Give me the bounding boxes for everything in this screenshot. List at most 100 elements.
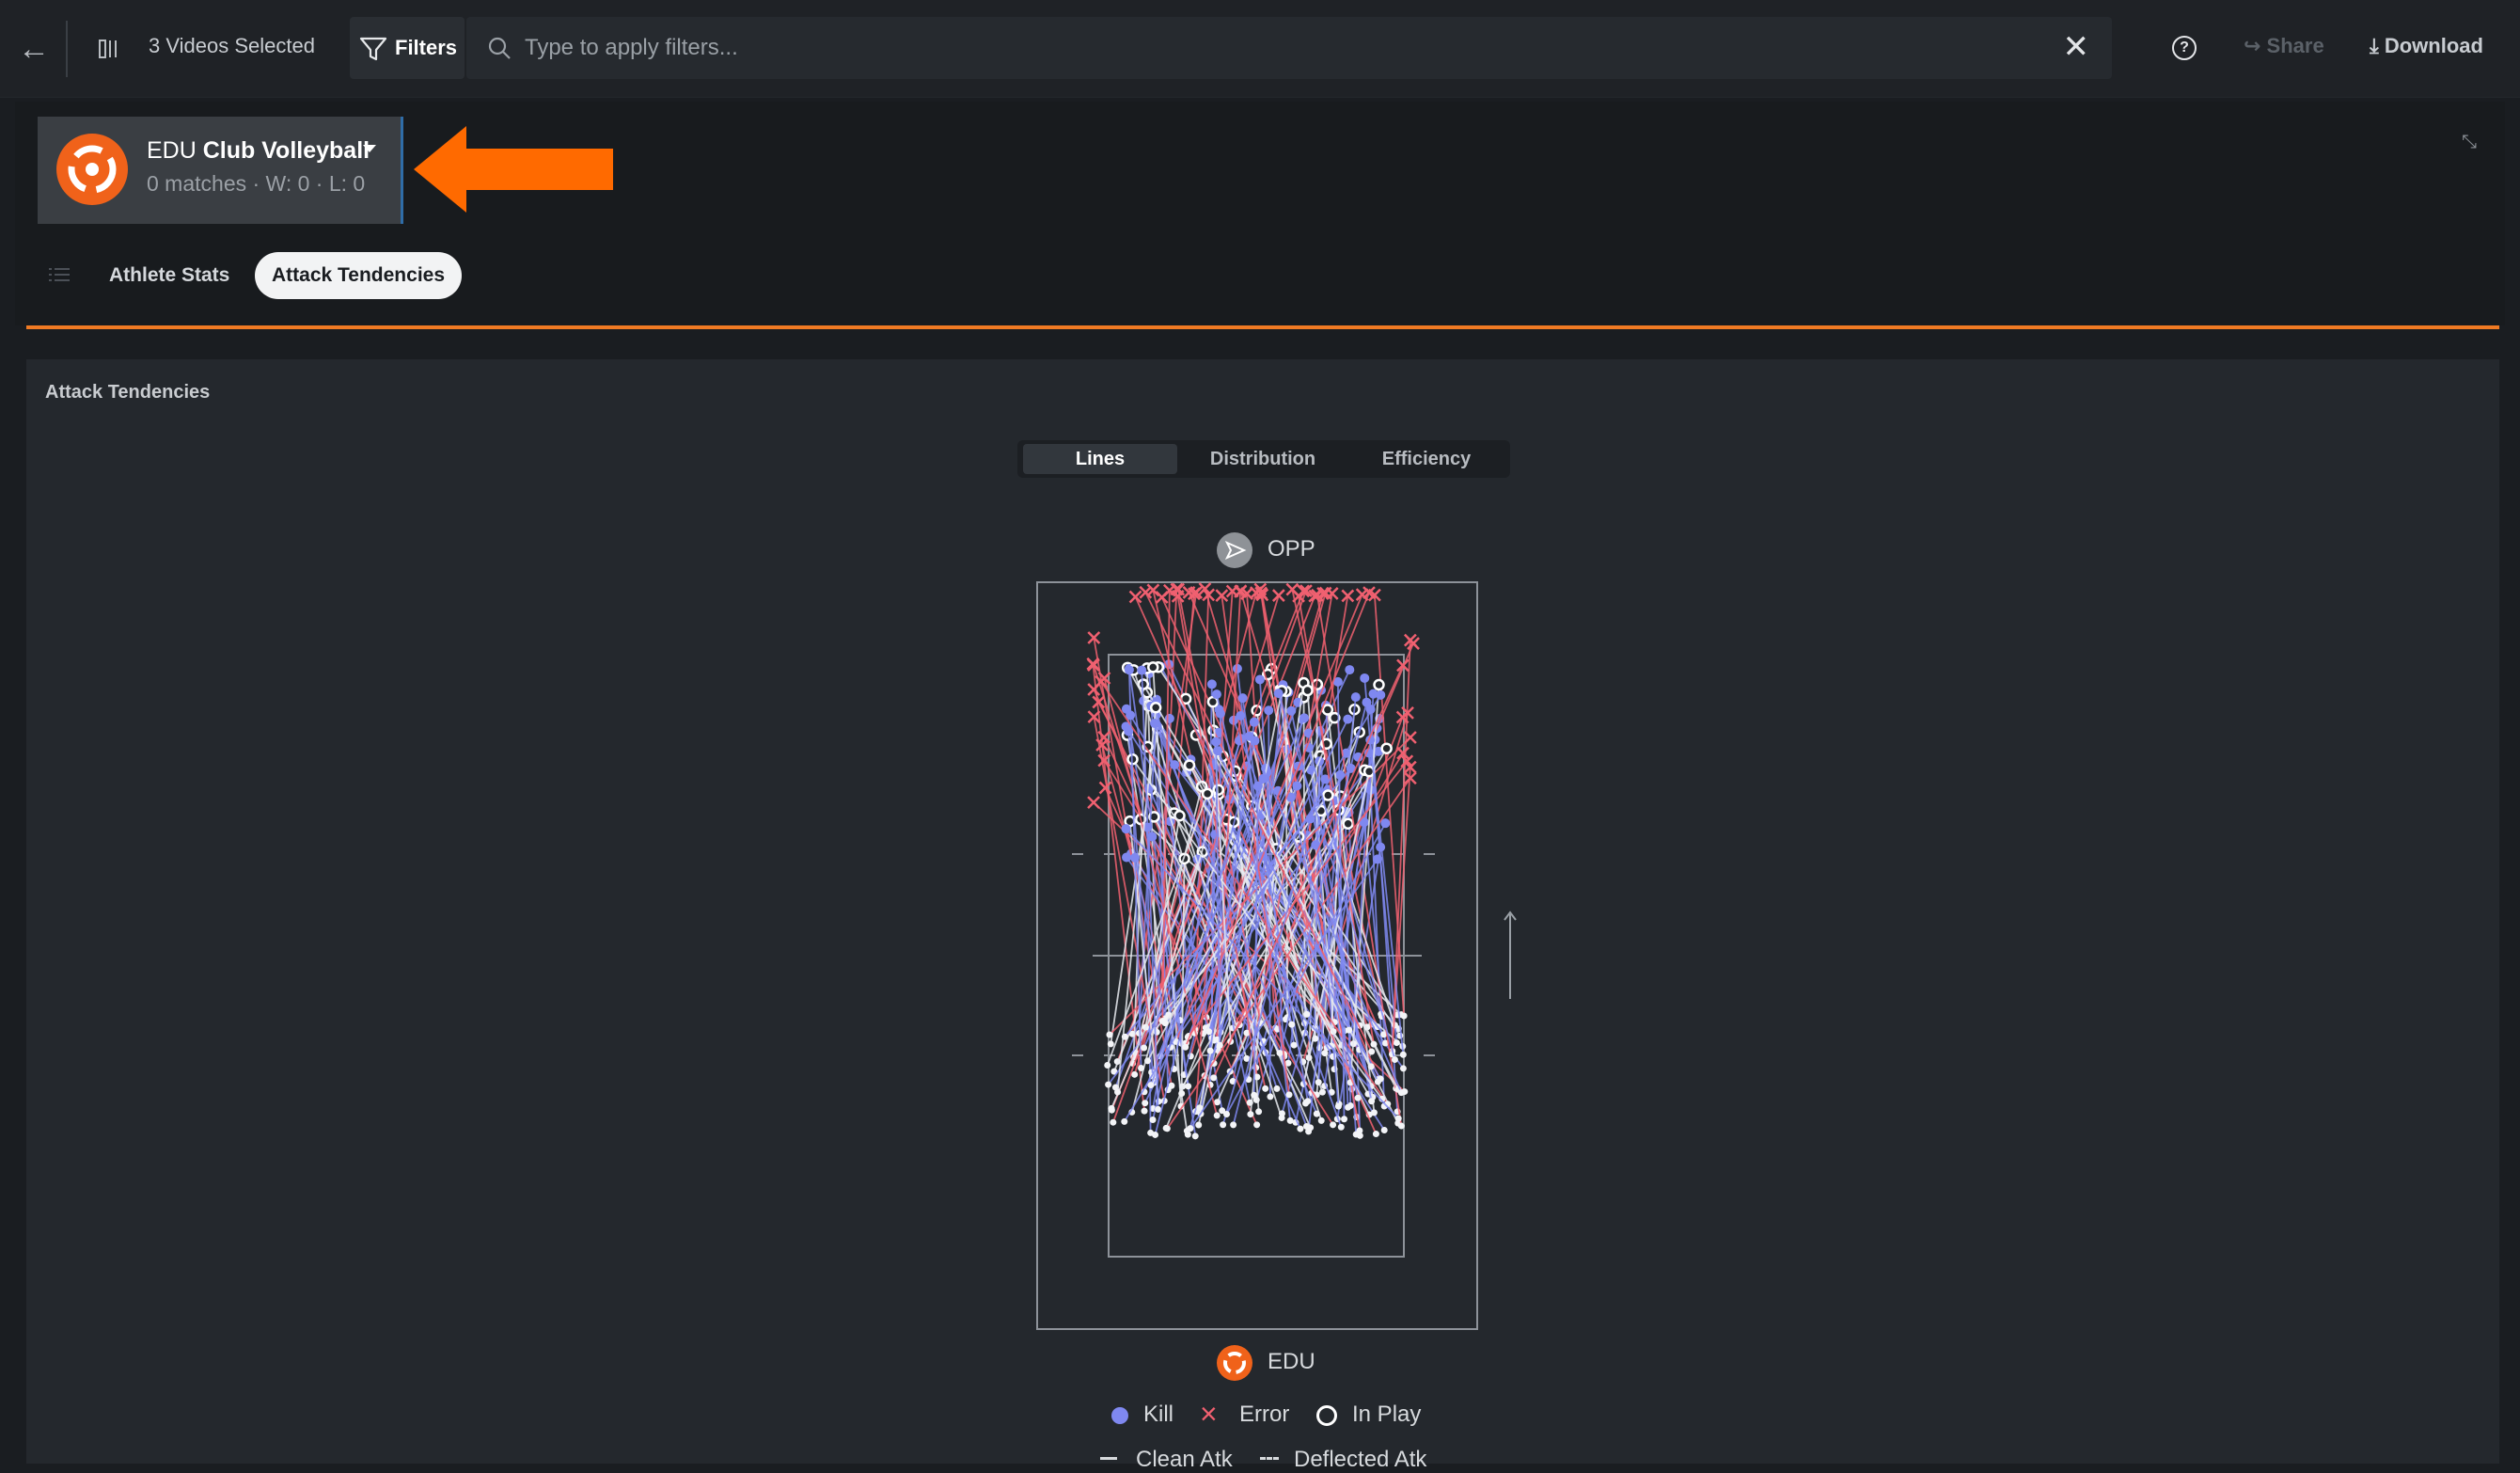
- share-label: Share: [2267, 34, 2324, 57]
- attack-origin-dot: [1297, 1126, 1303, 1132]
- attack-origin-dot: [1105, 1082, 1111, 1088]
- kill-marker: [1351, 692, 1361, 702]
- attack-origin-dot: [1303, 1011, 1310, 1018]
- section-title: Attack Tendencies: [45, 382, 210, 404]
- attack-origin-dot: [1356, 1128, 1362, 1134]
- team-prefix: EDU: [147, 137, 197, 164]
- attack-origin-dot: [1400, 1065, 1407, 1071]
- kill-marker: [1286, 706, 1296, 716]
- kill-marker: [1305, 814, 1315, 823]
- kill-marker: [1236, 711, 1245, 721]
- in-play-marker: [1382, 744, 1392, 753]
- kill-marker: [1150, 719, 1159, 728]
- kill-marker: [1345, 665, 1354, 674]
- kill-marker: [1258, 774, 1268, 784]
- kill-marker: [1122, 824, 1131, 833]
- kill-marker: [1245, 732, 1254, 741]
- attack-origin-dot: [1277, 1050, 1284, 1056]
- solid-line-icon: [1100, 1457, 1117, 1460]
- attack-origin-dot: [1368, 1049, 1375, 1055]
- collapse-icon[interactable]: ⤡: [2462, 132, 2477, 153]
- team-name: EDU Club Volleyball: [147, 137, 370, 165]
- attack-origin-dot: [1108, 1040, 1114, 1047]
- kill-marker: [1362, 698, 1371, 707]
- attack-origin-dot: [1375, 1079, 1381, 1085]
- attack-origin-dot: [1182, 1044, 1189, 1051]
- kill-marker: [1238, 693, 1248, 703]
- kill-marker: [1380, 818, 1390, 828]
- kill-marker: [1373, 854, 1382, 863]
- kill-marker: [1122, 852, 1131, 862]
- tab-athlete-stats[interactable]: Athlete Stats: [92, 252, 246, 299]
- view-mode-efficiency[interactable]: Efficiency: [1348, 444, 1504, 474]
- kill-marker: [1125, 665, 1134, 674]
- view-mode-lines[interactable]: Lines: [1023, 444, 1177, 474]
- attack-origin-dot: [1192, 1132, 1199, 1139]
- filter-search-input[interactable]: [523, 30, 1993, 66]
- attack-origin-dot: [1355, 1095, 1362, 1101]
- in-play-ring-icon: [1316, 1405, 1337, 1426]
- attack-origin-dot: [1262, 1085, 1268, 1092]
- attack-origin-dot: [1223, 1111, 1230, 1117]
- attack-origin-dot: [1106, 1031, 1112, 1037]
- filters-label: Filters: [395, 36, 457, 60]
- error-x-icon: ×: [1200, 1400, 1218, 1428]
- attack-origin-dot: [1255, 1108, 1262, 1115]
- attack-origin-dot: [1373, 1131, 1379, 1137]
- share-button[interactable]: ↪ Share: [2244, 34, 2324, 58]
- attack-origin-dot: [1230, 1121, 1236, 1128]
- attack-origin-dot: [1142, 1100, 1148, 1106]
- list-icon[interactable]: [49, 267, 70, 282]
- kill-marker: [1264, 705, 1273, 715]
- attack-origin-dot: [1368, 1098, 1375, 1104]
- attack-origin-dot: [1152, 1132, 1158, 1138]
- download-button[interactable]: ⤓ Download: [2370, 34, 2483, 58]
- kill-marker: [1255, 674, 1265, 684]
- tab-attack-tendencies[interactable]: Attack Tendencies: [255, 252, 462, 299]
- attack-origin-dot: [1121, 1118, 1127, 1125]
- kill-marker: [1343, 715, 1352, 724]
- view-mode-toggle: Lines Distribution Efficiency: [1017, 440, 1510, 478]
- filters-button[interactable]: Filters: [350, 17, 465, 79]
- video-columns-icon[interactable]: [98, 38, 120, 60]
- attack-lines-court: [1036, 581, 1478, 1330]
- attack-origin-dot: [1307, 1124, 1314, 1131]
- attack-origin-dot: [1291, 1042, 1298, 1049]
- attack-origin-dot: [1401, 1013, 1408, 1020]
- top-toolbar: ← 3 Videos Selected Filters ✕ ? ↪ Share …: [0, 0, 2520, 98]
- attack-origin-dot: [1150, 1117, 1157, 1123]
- team-selector[interactable]: EDU Club Volleyball 0 matches · W: 0 · L…: [38, 117, 403, 224]
- chevron-down-icon[interactable]: [363, 145, 376, 152]
- search-icon: [487, 36, 512, 60]
- legend-deflected-attack: Deflected Atk: [1294, 1447, 1426, 1473]
- kill-dot-icon: [1111, 1407, 1128, 1424]
- back-arrow-icon[interactable]: ←: [17, 32, 51, 66]
- filter-search-bar: ✕: [466, 17, 2112, 79]
- attack-origin-dot: [1371, 1109, 1378, 1116]
- download-icon: ⤓: [2370, 34, 2385, 57]
- legend-error: Error: [1239, 1402, 1289, 1428]
- legend-clean-attack: Clean Atk: [1136, 1447, 1233, 1473]
- kill-marker: [1212, 689, 1221, 699]
- attack-origin-dot: [1104, 1062, 1110, 1069]
- attack-origin-dot: [1196, 1104, 1203, 1111]
- attack-origin-dot: [1398, 1123, 1405, 1130]
- team-logo-icon: [56, 134, 128, 205]
- attack-origin-dot: [1185, 1132, 1191, 1138]
- attack-origin-dot: [1220, 1121, 1226, 1128]
- attack-origin-dot: [1394, 1039, 1400, 1046]
- attack-origin-dot: [1207, 1048, 1214, 1054]
- share-icon: ↪: [2244, 34, 2267, 57]
- attack-origin-dot: [1304, 1098, 1311, 1104]
- attack-origin-dot: [1217, 1042, 1223, 1049]
- close-icon[interactable]: ✕: [2063, 30, 2090, 64]
- attack-origin-dot: [1251, 1092, 1257, 1099]
- attack-origin-dot: [1287, 1117, 1294, 1124]
- attack-origin-dot: [1400, 1052, 1407, 1058]
- help-icon[interactable]: ?: [2172, 36, 2197, 60]
- attack-origin-dot: [1138, 1065, 1144, 1071]
- videos-selected-label[interactable]: 3 Videos Selected: [149, 34, 315, 58]
- attack-origin-dot: [1319, 1089, 1326, 1096]
- view-mode-distribution[interactable]: Distribution: [1183, 444, 1343, 474]
- download-label: Download: [2385, 34, 2483, 57]
